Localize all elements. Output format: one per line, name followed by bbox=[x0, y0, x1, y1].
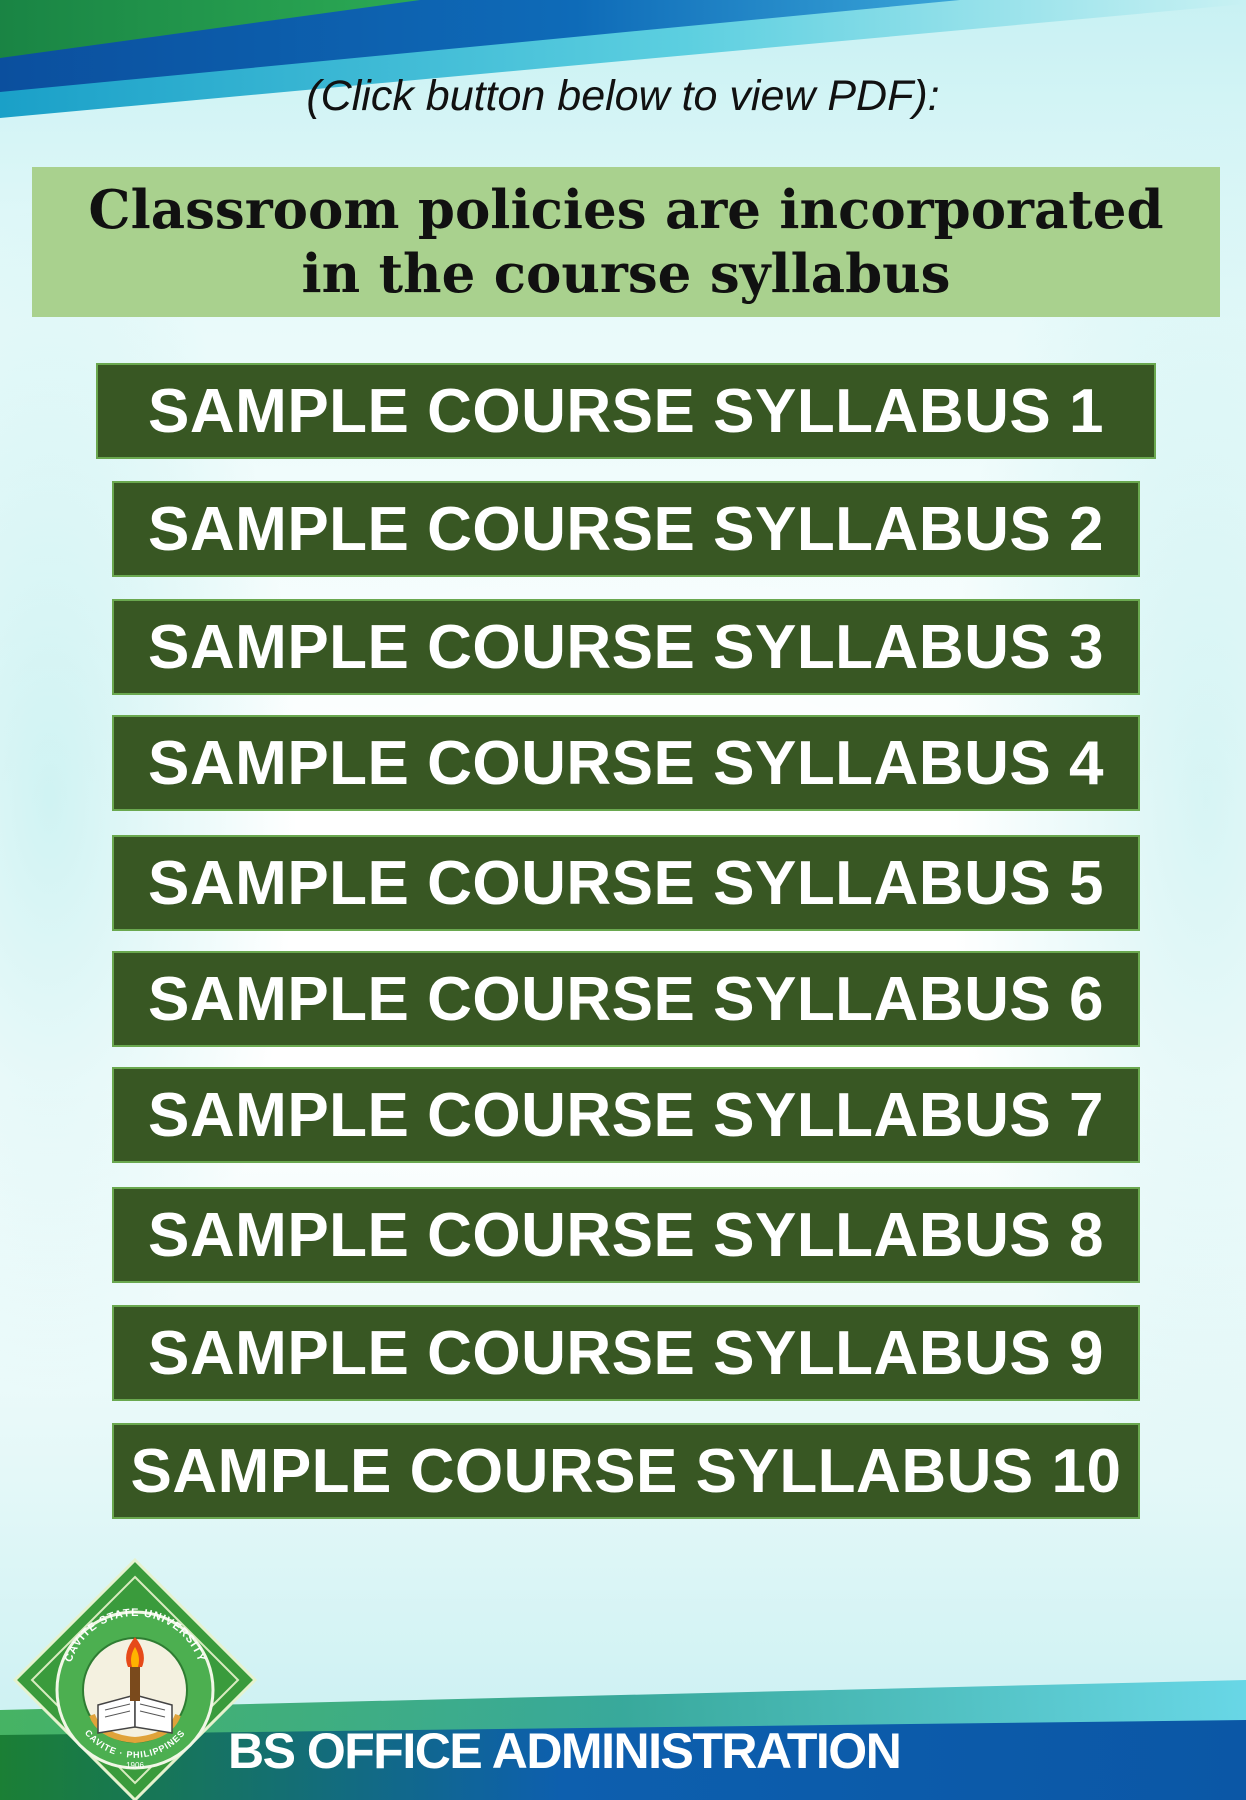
university-seal-icon: CAVITE STATE UNIVERSITY CAVITE · PHILIPP… bbox=[12, 1557, 258, 1800]
page-background: (Click button below to view PDF): Classr… bbox=[0, 0, 1246, 1800]
syllabus-button-3[interactable]: SAMPLE COURSE SYLLABUS 3 bbox=[112, 599, 1140, 695]
department-name: BS OFFICE ADMINISTRATION bbox=[228, 1723, 902, 1779]
syllabus-button-7[interactable]: SAMPLE COURSE SYLLABUS 7 bbox=[112, 1067, 1140, 1163]
syllabus-button-1[interactable]: SAMPLE COURSE SYLLABUS 1 bbox=[96, 363, 1156, 459]
syllabus-button-6[interactable]: SAMPLE COURSE SYLLABUS 6 bbox=[112, 951, 1140, 1047]
notice-line-2: in the course syllabus bbox=[301, 243, 951, 305]
syllabus-button-9[interactable]: SAMPLE COURSE SYLLABUS 9 bbox=[112, 1305, 1140, 1401]
instruction-text: (Click button below to view PDF): bbox=[306, 72, 940, 120]
syllabus-button-5[interactable]: SAMPLE COURSE SYLLABUS 5 bbox=[112, 835, 1140, 931]
syllabus-button-8[interactable]: SAMPLE COURSE SYLLABUS 8 bbox=[112, 1187, 1140, 1283]
notice-line-1: Classroom policies are incorporated bbox=[88, 179, 1164, 241]
syllabus-button-10[interactable]: SAMPLE COURSE SYLLABUS 10 bbox=[112, 1423, 1140, 1519]
notice-banner: Classroom policies are incorporated in t… bbox=[32, 167, 1220, 317]
seal-year: 1906 bbox=[126, 1761, 144, 1770]
notice-text: Classroom policies are incorporated in t… bbox=[88, 178, 1163, 306]
syllabus-button-4[interactable]: SAMPLE COURSE SYLLABUS 4 bbox=[112, 715, 1140, 811]
syllabus-button-2[interactable]: SAMPLE COURSE SYLLABUS 2 bbox=[112, 481, 1140, 577]
